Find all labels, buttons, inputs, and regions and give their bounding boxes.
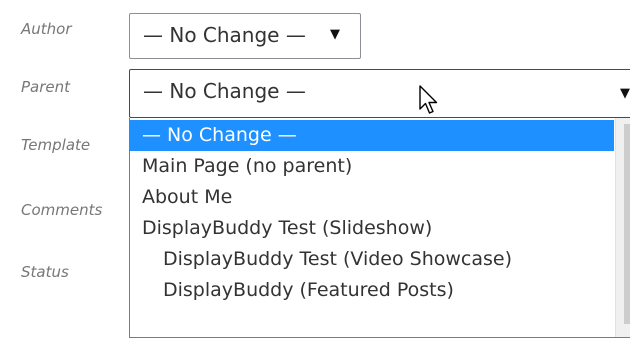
dropdown-option-displaybuddy-slideshow[interactable]: DisplayBuddy Test (Slideshow) (130, 213, 614, 244)
dropdown-option-no-change[interactable]: — No Change — (130, 120, 614, 151)
status-label: Status (21, 263, 69, 281)
parent-label: Parent (21, 78, 71, 96)
author-label: Author (21, 20, 72, 38)
dropdown-option-main-page[interactable]: Main Page (no parent) (130, 151, 614, 182)
chevron-down-icon: ▼ (620, 86, 630, 101)
mouse-cursor-icon (419, 85, 438, 114)
chevron-down-icon: ▼ (330, 27, 340, 42)
dropdown-scrollbar[interactable] (615, 118, 630, 337)
template-label: Template (21, 136, 91, 154)
parent-dropdown-list: — No Change — Main Page (no parent) Abou… (129, 118, 630, 338)
dropdown-option-displaybuddy-video-showcase[interactable]: DisplayBuddy Test (Video Showcase) (130, 244, 614, 275)
comments-label: Comments (21, 201, 103, 219)
dropdown-option-displaybuddy-featured-posts[interactable]: DisplayBuddy (Featured Posts) (130, 275, 614, 306)
parent-select-value: — No Change — (143, 79, 306, 103)
dropdown-option-about-me[interactable]: About Me (130, 182, 614, 213)
author-select[interactable]: — No Change — ▼ (129, 13, 361, 59)
author-select-value: — No Change — (143, 23, 306, 47)
parent-select[interactable]: — No Change — ▼ (129, 69, 630, 118)
scrollbar-thumb[interactable] (624, 124, 630, 324)
